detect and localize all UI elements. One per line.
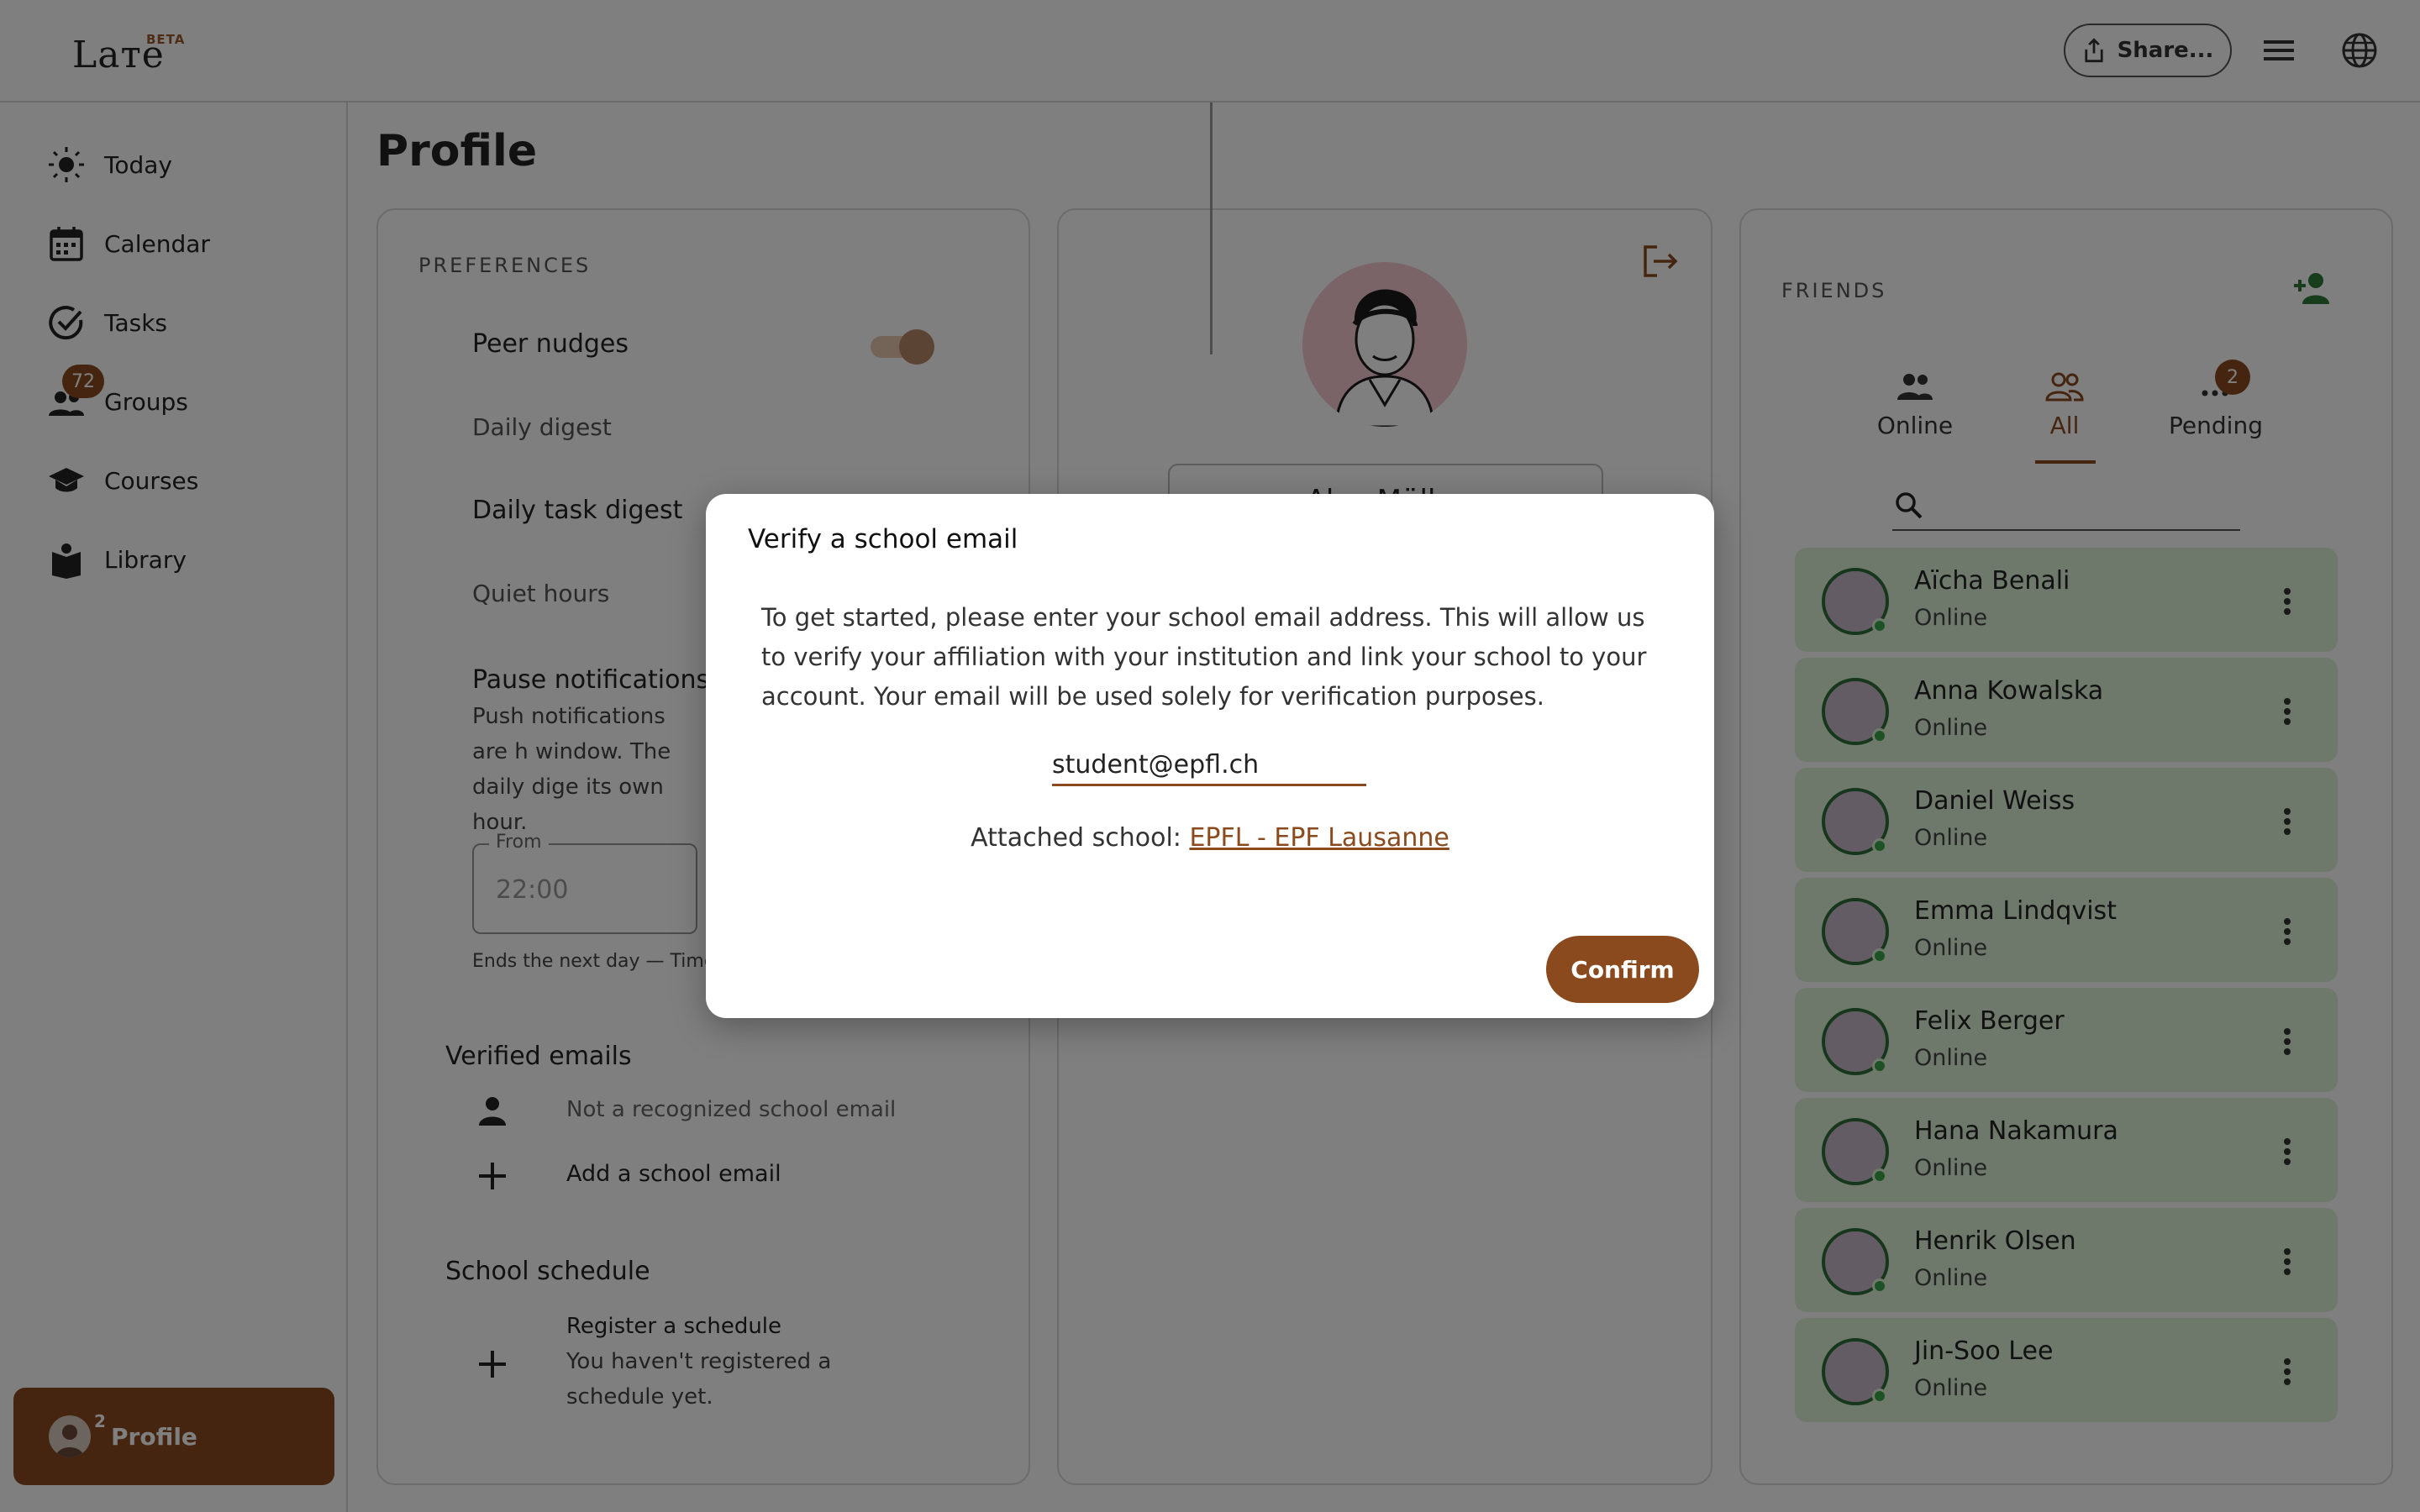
attached-school-line: Attached school: EPFL - EPF Lausanne xyxy=(706,823,1714,853)
dialog-description: To get started, please enter your school… xyxy=(761,603,1647,711)
dialog-title: Verify a school email xyxy=(748,524,1018,554)
confirm-button[interactable]: Confirm xyxy=(1546,936,1699,1003)
verify-email-dialog: Verify a school email To get started, pl… xyxy=(706,494,1714,1018)
attached-school-prefix: Attached school: xyxy=(971,823,1190,853)
attached-school-link[interactable]: EPFL - EPF Lausanne xyxy=(1189,823,1449,853)
school-email-input[interactable] xyxy=(1052,746,1366,786)
